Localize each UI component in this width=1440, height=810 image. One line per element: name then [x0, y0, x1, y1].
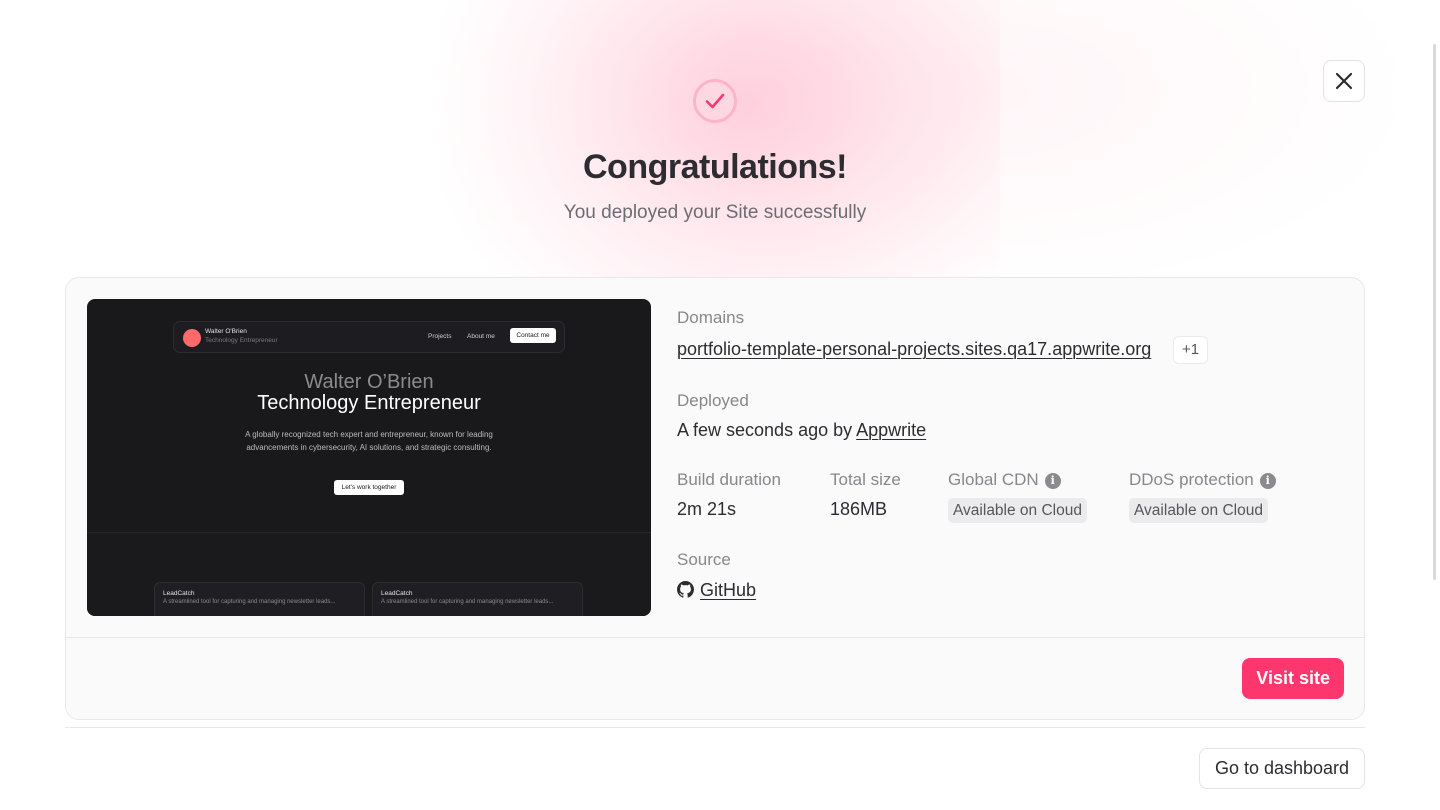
card-footer: Visit site: [66, 637, 1364, 719]
preview-name: Walter O'Brien: [205, 328, 247, 335]
global-cdn-badge: Available on Cloud: [948, 498, 1087, 523]
background-glow: [440, 0, 1000, 280]
github-icon: [677, 581, 694, 598]
build-duration-label: Build duration: [677, 470, 781, 489]
preview-card-title: LeadCatch: [381, 590, 413, 597]
deployment-card: Walter O'Brien Technology Entrepreneur P…: [65, 277, 1365, 720]
preview-project-card: LeadCatch A streamlined tool for capturi…: [372, 582, 583, 616]
page-subtitle: You deployed your Site successfully: [563, 202, 867, 223]
close-icon: [1335, 72, 1353, 90]
deployed-value: A few seconds ago by Appwrite: [677, 420, 926, 441]
close-button[interactable]: [1323, 60, 1365, 102]
domain-link[interactable]: portfolio-template-personal-projects.sit…: [677, 339, 1151, 360]
go-to-dashboard-button[interactable]: Go to dashboard: [1199, 748, 1365, 789]
deployed-by-link[interactable]: Appwrite: [856, 420, 926, 440]
source-value[interactable]: GitHub: [677, 580, 756, 601]
total-size-value: 186MB: [830, 499, 888, 519]
page-title: Congratulations!: [583, 148, 847, 186]
preview-divider: [87, 532, 651, 533]
preview-contact-button: Contact me: [510, 328, 556, 343]
source-label: Source: [677, 550, 731, 569]
info-icon[interactable]: i: [1044, 473, 1061, 489]
checkmark-circle-icon: [693, 79, 737, 123]
site-preview-image[interactable]: Walter O'Brien Technology Entrepreneur P…: [87, 299, 651, 616]
global-cdn-label: Global CDN i: [948, 470, 1061, 490]
preview-cta-button: Let's work together: [334, 480, 404, 495]
global-cdn-label-text: Global CDN: [948, 470, 1039, 489]
preview-nav-about: About me: [467, 333, 495, 340]
info-icon[interactable]: i: [1259, 473, 1276, 489]
source-github-link[interactable]: GitHub: [700, 580, 756, 600]
preview-navbar: Walter O'Brien Technology Entrepreneur P…: [173, 321, 565, 353]
preview-card-desc: A streamlined tool for capturing and man…: [163, 599, 336, 605]
visit-site-button[interactable]: Visit site: [1242, 658, 1344, 699]
ddos-label: DDoS protection i: [1129, 470, 1276, 490]
total-size-label: Total size: [830, 470, 901, 489]
preview-project-card: LeadCatch A streamlined tool for capturi…: [154, 582, 365, 616]
preview-heading-role: Technology Entrepreneur: [257, 392, 481, 414]
scrollbar[interactable]: [1433, 44, 1436, 580]
extra-domains-badge[interactable]: +1: [1173, 336, 1209, 364]
ddos-badge: Available on Cloud: [1129, 498, 1268, 523]
preview-heading-name: Walter O’Brien: [304, 371, 434, 393]
domains-label: Domains: [677, 308, 745, 327]
preview-description: A globally recognized tech expert and en…: [245, 430, 493, 452]
deployed-label: Deployed: [677, 391, 749, 410]
preview-role: Technology Entrepreneur: [205, 337, 278, 344]
preview-card-desc: A streamlined tool for capturing and man…: [381, 599, 554, 605]
preview-avatar: [183, 329, 201, 347]
build-duration-value: 2m 21s: [677, 499, 737, 519]
deployed-text: A few seconds ago by: [677, 420, 853, 440]
preview-nav-projects: Projects: [428, 333, 452, 340]
ddos-label-text: DDoS protection: [1129, 470, 1254, 489]
footer-divider: [65, 727, 1365, 728]
preview-card-title: LeadCatch: [163, 590, 195, 597]
